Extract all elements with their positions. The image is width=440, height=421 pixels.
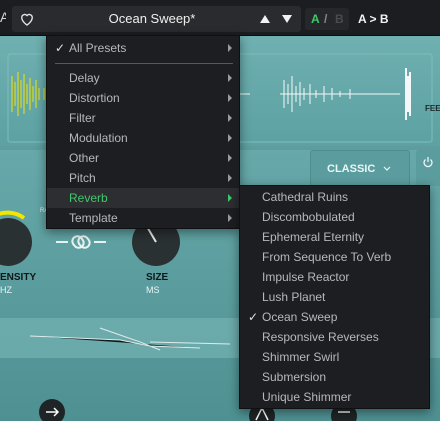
menu-item-distortion[interactable]: Distortion [47,88,239,108]
power-button[interactable] [416,150,440,186]
menu-item-template[interactable]: Template [47,208,239,228]
menu-divider [55,63,233,64]
preset-category-menu: ✓ All Presets Delay Distortion Filter Mo… [46,35,240,229]
triangle-up-icon[interactable] [258,12,272,26]
chevron-right-icon [228,194,232,202]
triangle-down-icon[interactable] [280,12,294,26]
size-unit[interactable]: MS [146,285,160,295]
preset-item-impulse-reactor[interactable]: Impulse Reactor [240,267,429,287]
menu-item-reverb[interactable]: Reverb [47,188,239,208]
preset-item-from-sequence-to-verb[interactable]: From Sequence To Verb [240,247,429,267]
preset-item-responsive-reverses[interactable]: Responsive Reverses [240,327,429,347]
ab-separator: / [324,12,328,26]
chevron-right-icon [228,94,232,102]
power-icon [423,157,433,168]
preset-item-discombobulated[interactable]: Discombobulated [240,207,429,227]
checkmark-icon: ✓ [248,310,259,324]
link-icon [56,235,106,249]
chevron-down-icon [383,166,391,171]
ab-b-button[interactable]: B [335,12,344,26]
chevron-right-icon [228,214,232,222]
checkmark-icon: ✓ [55,41,66,55]
top-bar: A Ocean Sweep* A / B A > B [0,0,440,36]
menu-item-all-presets[interactable]: ✓ All Presets [47,38,239,58]
density-knob-ring [0,210,26,220]
menu-edge-glyph: A [0,9,6,25]
feedback-label: FEE [425,104,440,113]
menu-item-modulation[interactable]: Modulation [47,128,239,148]
ab-a-button[interactable]: A [311,12,320,26]
density-unit[interactable]: HZ [0,285,12,295]
chevron-right-icon [228,154,232,162]
preset-item-submersion[interactable]: Submersion [240,367,429,387]
chevron-right-icon [228,44,232,52]
preset-item-shimmer-swirl[interactable]: Shimmer Swirl [240,347,429,367]
chevron-right-icon [228,74,232,82]
arrow-right-icon[interactable] [39,399,65,421]
menu-item-delay[interactable]: Delay [47,68,239,88]
menu-item-pitch[interactable]: Pitch [47,168,239,188]
chevron-right-icon [228,134,232,142]
chevron-right-icon [228,174,232,182]
preset-browser[interactable]: Ocean Sweep* [12,6,301,32]
mode-select-label: CLASSIC [327,163,376,175]
ab-copy-button[interactable]: A > B [358,12,389,26]
menu-item-filter[interactable]: Filter [47,108,239,128]
ab-switch[interactable]: A / B [305,8,349,30]
preset-item-unique-shimmer[interactable]: Unique Shimmer [240,387,429,407]
menu-item-other[interactable]: Other [47,148,239,168]
preset-item-ephemeral-eternity[interactable]: Ephemeral Eternity [240,227,429,247]
preset-item-cathedral-ruins[interactable]: Cathedral Ruins [240,187,429,207]
density-knob[interactable] [0,218,32,266]
reverb-preset-submenu: Cathedral Ruins Discombobulated Ephemera… [239,185,430,409]
size-label: SIZE [146,272,169,283]
heart-icon[interactable] [18,10,36,28]
chevron-right-icon [228,114,232,122]
preset-item-lush-planet[interactable]: Lush Planet [240,287,429,307]
density-label: ENSITY [0,272,37,283]
preset-name[interactable]: Ocean Sweep* [52,11,252,26]
preset-item-ocean-sweep[interactable]: ✓ Ocean Sweep [240,307,429,327]
mode-select[interactable]: CLASSIC [310,150,410,186]
